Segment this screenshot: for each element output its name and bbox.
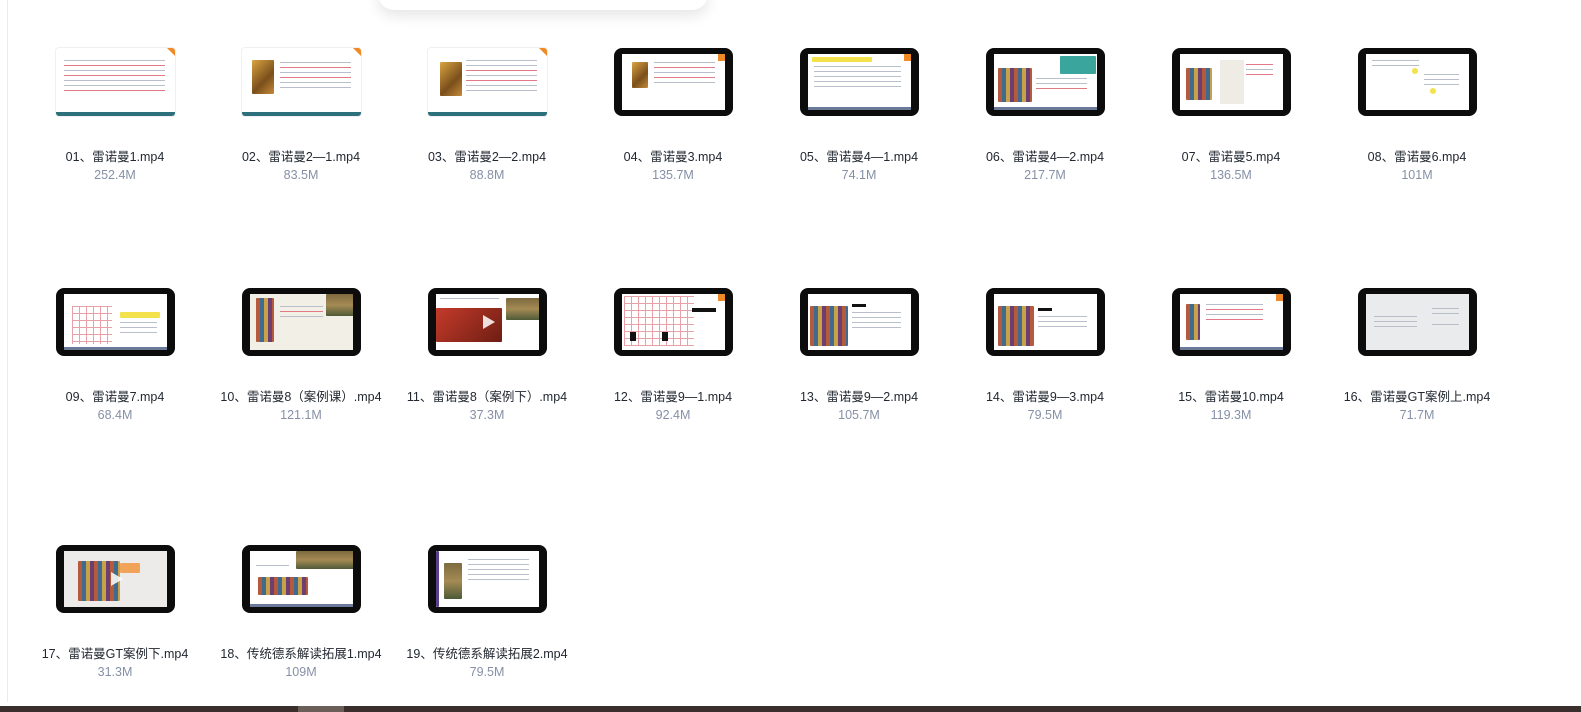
top-floating-panel-edge (378, 0, 708, 10)
file-name: 18、传统德系解读拓展1.mp4 (220, 647, 382, 661)
file-item[interactable]: 16、雷诺曼GT案例上.mp4 71.7M (1324, 288, 1510, 423)
file-name: 01、雷诺曼1.mp4 (65, 150, 165, 164)
file-item[interactable]: 13、雷诺曼9—2.mp4 105.7M (766, 288, 952, 423)
file-size: 217.7M (1024, 168, 1066, 182)
file-item[interactable]: 08、雷诺曼6.mp4 101M (1324, 48, 1510, 183)
video-slide-table-icon (613, 288, 733, 356)
file-item[interactable]: 19、传统德系解读拓展2.mp4 79.5M (394, 545, 580, 680)
horizontal-scrollbar[interactable] (0, 706, 1581, 712)
file-size: 121.1M (280, 408, 322, 422)
video-slide-play-icon (55, 545, 175, 613)
file-item[interactable]: 06、雷诺曼4—2.mp4 217.7M (952, 48, 1138, 183)
file-name: 04、雷诺曼3.mp4 (623, 150, 723, 164)
video-slide-scenic-icon (241, 288, 361, 356)
video-slide-card-icon (1171, 48, 1291, 116)
file-item[interactable]: 17、雷诺曼GT案例下.mp4 31.3M (22, 545, 208, 680)
file-size: 92.4M (655, 408, 691, 422)
video-slide-scenic-icon (241, 545, 361, 613)
video-slide-pale-icon (1357, 288, 1477, 356)
file-item[interactable]: 05、雷诺曼4—1.mp4 74.1M (766, 48, 952, 183)
file-name: 13、雷诺曼9—2.mp4 (799, 390, 919, 404)
video-slide-grid-icon (55, 288, 175, 356)
file-size: 79.5M (1027, 408, 1063, 422)
video-slide-text-icon (799, 48, 919, 116)
file-size: 101M (1401, 168, 1433, 182)
video-slide-diagram-icon (1357, 48, 1477, 116)
file-name: 02、雷诺曼2—1.mp4 (241, 150, 361, 164)
file-name: 05、雷诺曼4—1.mp4 (799, 150, 919, 164)
video-slide-case-icon (985, 48, 1105, 116)
video-slide-card-icon (613, 48, 733, 116)
file-size: 135.7M (652, 168, 694, 182)
video-slide-card-icon (427, 545, 547, 613)
file-size: 79.5M (469, 665, 505, 679)
file-item[interactable]: 18、传统德系解读拓展1.mp4 109M (208, 545, 394, 680)
file-size: 252.4M (94, 168, 136, 182)
file-name: 11、雷诺曼8（案例下）.mp4 (406, 390, 568, 404)
file-size: 68.4M (97, 408, 133, 422)
left-divider (7, 0, 8, 702)
file-item[interactable]: 04、雷诺曼3.mp4 135.7M (580, 48, 766, 183)
file-name: 06、雷诺曼4—2.mp4 (985, 150, 1105, 164)
file-item[interactable]: 14、雷诺曼9—3.mp4 79.5M (952, 288, 1138, 423)
file-name: 09、雷诺曼7.mp4 (65, 390, 165, 404)
file-size: 37.3M (469, 408, 505, 422)
file-size: 105.7M (838, 408, 880, 422)
video-slide-cards-icon (985, 288, 1105, 356)
video-slide-cards-icon (799, 288, 919, 356)
file-name: 15、雷诺曼10.mp4 (1178, 390, 1284, 404)
file-size: 119.3M (1210, 408, 1252, 422)
file-item[interactable]: 09、雷诺曼7.mp4 68.4M (22, 288, 208, 423)
doc-card-text-icon (427, 48, 547, 116)
file-item[interactable]: 15、雷诺曼10.mp4 119.3M (1138, 288, 1324, 423)
file-name: 03、雷诺曼2—2.mp4 (427, 150, 547, 164)
file-name: 07、雷诺曼5.mp4 (1181, 150, 1281, 164)
file-size: 71.7M (1399, 408, 1435, 422)
file-item[interactable]: 07、雷诺曼5.mp4 136.5M (1138, 48, 1324, 183)
file-size: 109M (285, 665, 317, 679)
file-name: 17、雷诺曼GT案例下.mp4 (41, 647, 189, 661)
file-name: 12、雷诺曼9—1.mp4 (613, 390, 733, 404)
file-item[interactable]: 11、雷诺曼8（案例下）.mp4 37.3M (394, 288, 580, 423)
file-item[interactable]: 02、雷诺曼2—1.mp4 83.5M (208, 48, 394, 183)
file-item[interactable]: 12、雷诺曼9—1.mp4 92.4M (580, 288, 766, 423)
scrollbar-thumb[interactable] (298, 706, 344, 712)
file-browser: 01、雷诺曼1.mp4 252.4M 02、雷诺曼2—1.mp4 83.5M 0… (0, 0, 1581, 712)
file-name: 16、雷诺曼GT案例上.mp4 (1343, 390, 1491, 404)
file-item[interactable]: 01、雷诺曼1.mp4 252.4M (22, 48, 208, 183)
file-name: 08、雷诺曼6.mp4 (1367, 150, 1467, 164)
file-name: 10、雷诺曼8（案例课）.mp4 (220, 390, 382, 404)
doc-card-text-icon (241, 48, 361, 116)
file-item[interactable]: 10、雷诺曼8（案例课）.mp4 121.1M (208, 288, 394, 423)
file-item[interactable]: 03、雷诺曼2—2.mp4 88.8M (394, 48, 580, 183)
file-name: 19、传统德系解读拓展2.mp4 (406, 647, 568, 661)
video-slide-card-icon (1171, 288, 1291, 356)
file-size: 74.1M (841, 168, 877, 182)
video-slide-play-icon (427, 288, 547, 356)
file-name: 14、雷诺曼9—3.mp4 (985, 390, 1105, 404)
file-size: 83.5M (283, 168, 319, 182)
file-size: 31.3M (97, 665, 133, 679)
file-size: 88.8M (469, 168, 505, 182)
file-size: 136.5M (1210, 168, 1252, 182)
doc-text-red-icon (55, 48, 175, 116)
